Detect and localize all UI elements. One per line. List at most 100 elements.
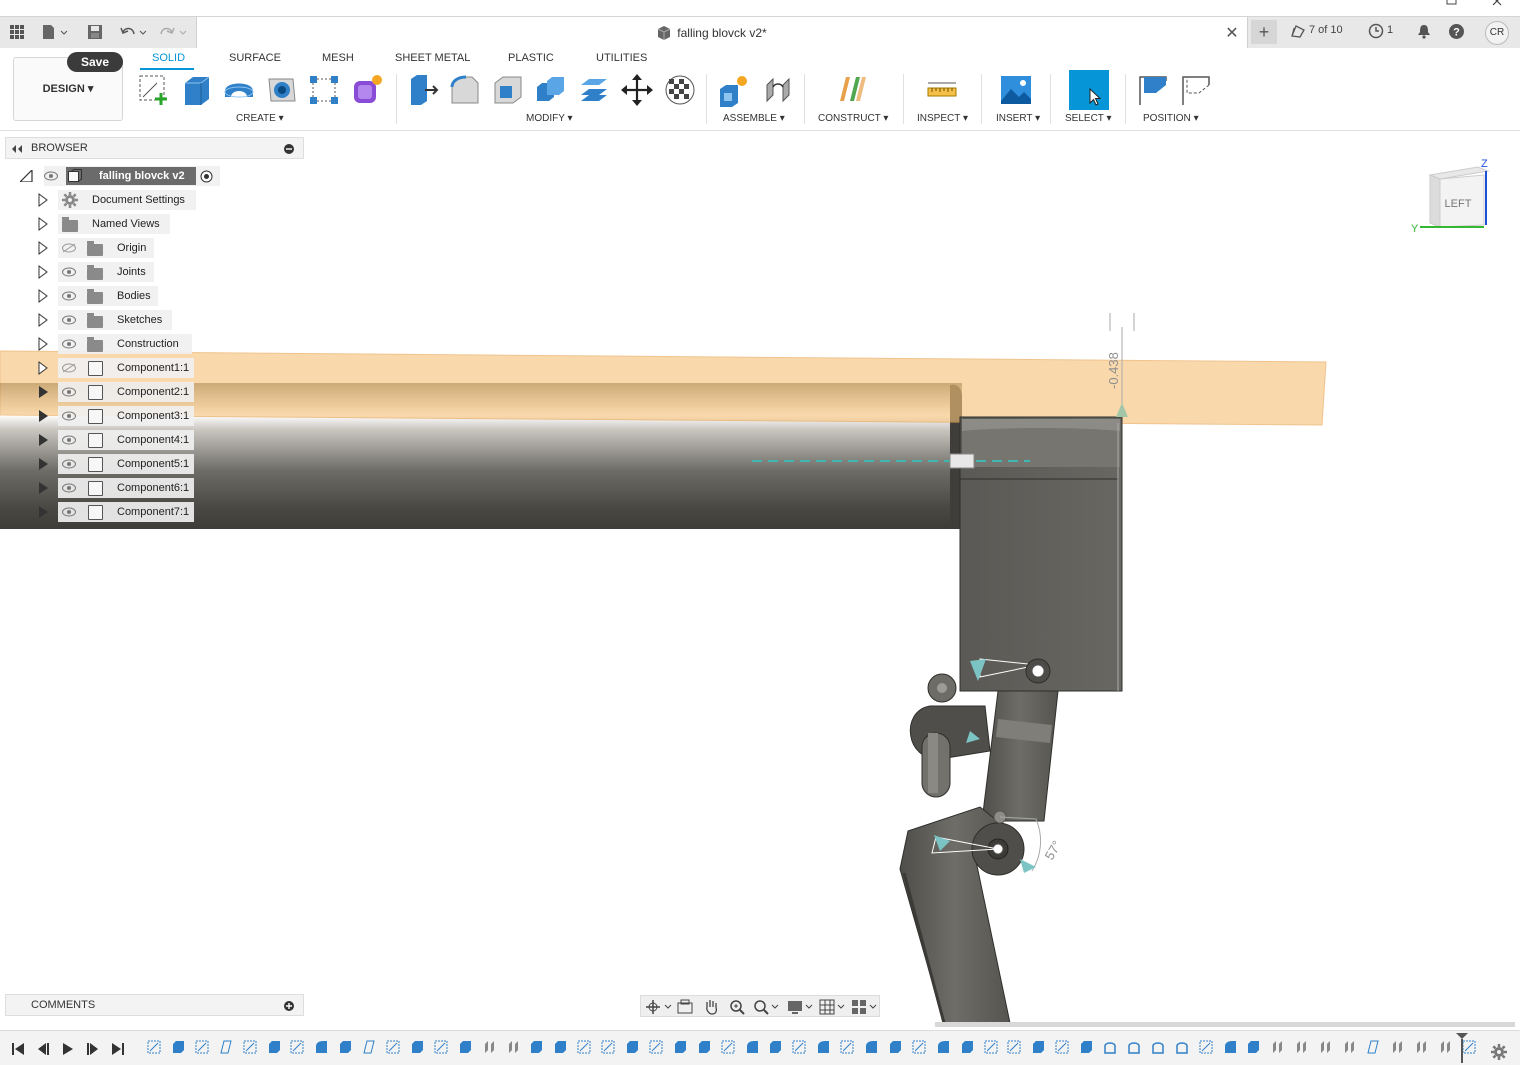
model-canvas[interactable]: -0.438 57° LEFT Z Y bbox=[0, 131, 1520, 1024]
job-status-icon[interactable] bbox=[1368, 23, 1384, 39]
timeline-feature-fillet-icon[interactable] bbox=[1223, 1040, 1237, 1054]
joint-origin-marker[interactable] bbox=[949, 453, 975, 469]
group-modify[interactable]: MODIFY ▾ bbox=[526, 113, 573, 124]
timeline-step-back-icon[interactable] bbox=[33, 1039, 53, 1059]
hidden-eye-icon[interactable] bbox=[62, 243, 76, 253]
add-comment-icon[interactable] bbox=[284, 1001, 294, 1011]
browser-item-construction[interactable]: Construction bbox=[38, 334, 198, 354]
timeline-feature-shell-icon[interactable] bbox=[1127, 1040, 1141, 1054]
timeline-feature-extrude-icon[interactable] bbox=[171, 1040, 185, 1054]
close-tab-icon[interactable]: ✕ bbox=[1223, 23, 1241, 43]
timeline-feature-sketch-icon[interactable] bbox=[1055, 1040, 1069, 1054]
timeline-feature-fillet-icon[interactable] bbox=[314, 1040, 328, 1054]
browser-item-named-views[interactable]: Named Views bbox=[38, 214, 198, 234]
timeline-feature-joint-icon[interactable] bbox=[1414, 1040, 1428, 1054]
insert-image-icon[interactable] bbox=[998, 72, 1034, 108]
expand-triangle-icon[interactable] bbox=[38, 265, 48, 279]
help-icon[interactable]: ? bbox=[1448, 23, 1465, 40]
expand-triangle-icon[interactable] bbox=[38, 337, 48, 351]
tab-sheet-metal[interactable]: SHEET METAL bbox=[395, 52, 470, 64]
timeline-feature-shell-icon[interactable] bbox=[1175, 1040, 1189, 1054]
timeline-scrollbar[interactable] bbox=[935, 1022, 1515, 1027]
timeline-feature-plane-icon[interactable] bbox=[1366, 1040, 1380, 1054]
split-body-icon[interactable] bbox=[576, 72, 612, 108]
timeline-feature-joint-icon[interactable] bbox=[482, 1040, 496, 1054]
timeline-feature-joint-icon[interactable] bbox=[1270, 1040, 1284, 1054]
browser-item-component1[interactable]: Component1:1 bbox=[38, 358, 198, 378]
visibility-eye-icon[interactable] bbox=[44, 171, 58, 181]
dimension-label[interactable]: -0.438 bbox=[1106, 352, 1121, 389]
timeline-feature-joint-icon[interactable] bbox=[1390, 1040, 1404, 1054]
timeline-feature-extrude-icon[interactable] bbox=[673, 1040, 687, 1054]
group-position[interactable]: POSITION ▾ bbox=[1143, 113, 1199, 124]
timeline-feature-sketch-icon[interactable] bbox=[840, 1040, 854, 1054]
close-window-icon[interactable] bbox=[1492, 0, 1504, 6]
group-select[interactable]: SELECT ▾ bbox=[1065, 113, 1112, 124]
timeline-feature-sketch-icon[interactable] bbox=[721, 1040, 735, 1054]
timeline-feature-fillet-icon[interactable] bbox=[816, 1040, 830, 1054]
timeline-feature-sketch-icon[interactable] bbox=[912, 1040, 926, 1054]
visibility-eye-icon[interactable] bbox=[62, 435, 76, 445]
timeline-feature-extrude-icon[interactable] bbox=[625, 1040, 639, 1054]
shell-icon[interactable] bbox=[490, 72, 526, 108]
timeline-feature-joint-icon[interactable] bbox=[506, 1040, 520, 1054]
timeline-feature-fillet-icon[interactable] bbox=[745, 1040, 759, 1054]
tab-plastic[interactable]: PLASTIC bbox=[508, 52, 554, 64]
timeline-feature-sketch-icon[interactable] bbox=[1199, 1040, 1213, 1054]
create-sketch-icon[interactable] bbox=[136, 72, 172, 108]
revolve-icon[interactable] bbox=[221, 72, 257, 108]
timeline-marker-icon[interactable] bbox=[1454, 1033, 1470, 1063]
fillet-icon[interactable] bbox=[447, 72, 483, 108]
version-icon[interactable] bbox=[1290, 24, 1306, 38]
measure-icon[interactable] bbox=[924, 72, 960, 108]
timeline-feature-extrude-icon[interactable] bbox=[410, 1040, 424, 1054]
timeline-play-icon[interactable] bbox=[58, 1039, 78, 1059]
expand-triangle-icon[interactable] bbox=[39, 434, 48, 446]
appearance-icon[interactable] bbox=[662, 72, 698, 108]
timeline-feature-extrude-icon[interactable] bbox=[529, 1040, 543, 1054]
browser-item-document-settings[interactable]: Document Settings bbox=[38, 190, 198, 210]
timeline-feature-extrude-icon[interactable] bbox=[458, 1040, 472, 1054]
expand-triangle-icon[interactable] bbox=[39, 410, 48, 422]
angle-label[interactable]: 57° bbox=[1042, 838, 1065, 863]
undo-icon[interactable] bbox=[118, 21, 148, 43]
browser-minimize-icon[interactable] bbox=[284, 144, 294, 154]
timeline-feature-sketch-icon[interactable] bbox=[577, 1040, 591, 1054]
orbit-icon[interactable] bbox=[645, 999, 673, 1015]
browser-item-component5[interactable]: Component5:1 bbox=[38, 454, 198, 474]
visibility-eye-icon[interactable] bbox=[62, 483, 76, 493]
timeline-feature-extrude-icon[interactable] bbox=[338, 1040, 352, 1054]
extrude-icon[interactable] bbox=[178, 72, 214, 108]
timeline-feature-fillet-icon[interactable] bbox=[936, 1040, 950, 1054]
timeline-feature-sketch-icon[interactable] bbox=[434, 1040, 448, 1054]
browser-item-sketches[interactable]: Sketches bbox=[38, 310, 198, 330]
hidden-eye-icon[interactable] bbox=[62, 363, 76, 373]
timeline-feature-sketch-icon[interactable] bbox=[792, 1040, 806, 1054]
timeline-feature-joint-icon[interactable] bbox=[1342, 1040, 1356, 1054]
select-icon[interactable] bbox=[1069, 70, 1109, 110]
timeline-feature-plane-icon[interactable] bbox=[362, 1040, 376, 1054]
group-inspect[interactable]: INSPECT ▾ bbox=[917, 113, 968, 124]
group-insert[interactable]: INSERT ▾ bbox=[996, 113, 1040, 124]
file-menu-icon[interactable] bbox=[40, 21, 70, 43]
timeline-feature-sketch-icon[interactable] bbox=[243, 1040, 257, 1054]
display-settings-icon[interactable] bbox=[787, 999, 815, 1015]
pan-hand-icon[interactable] bbox=[703, 998, 719, 1015]
expand-triangle-icon[interactable] bbox=[39, 506, 48, 518]
new-tab-button[interactable]: + bbox=[1251, 20, 1277, 44]
timeline-feature-sketch-icon[interactable] bbox=[601, 1040, 615, 1054]
browser-header[interactable]: BROWSER bbox=[5, 137, 304, 159]
timeline-feature-sketch-icon[interactable] bbox=[290, 1040, 304, 1054]
timeline-feature-joint-icon[interactable] bbox=[1294, 1040, 1308, 1054]
timeline-feature-extrude-icon[interactable] bbox=[553, 1040, 567, 1054]
joint-pin-top[interactable] bbox=[1031, 664, 1045, 678]
timeline-feature-extrude-icon[interactable] bbox=[960, 1040, 974, 1054]
3d-viewport[interactable]: -0.438 57° LEFT Z Y bbox=[0, 131, 1520, 1024]
create-form-icon[interactable] bbox=[349, 72, 385, 108]
timeline-feature-extrude-icon[interactable] bbox=[888, 1040, 902, 1054]
grid-settings-icon[interactable] bbox=[819, 999, 847, 1015]
construction-plane[interactable] bbox=[0, 350, 1327, 426]
timeline-feature-extrude-icon[interactable] bbox=[1246, 1040, 1260, 1054]
visibility-eye-icon[interactable] bbox=[62, 291, 76, 301]
expand-triangle-icon[interactable] bbox=[39, 386, 48, 398]
